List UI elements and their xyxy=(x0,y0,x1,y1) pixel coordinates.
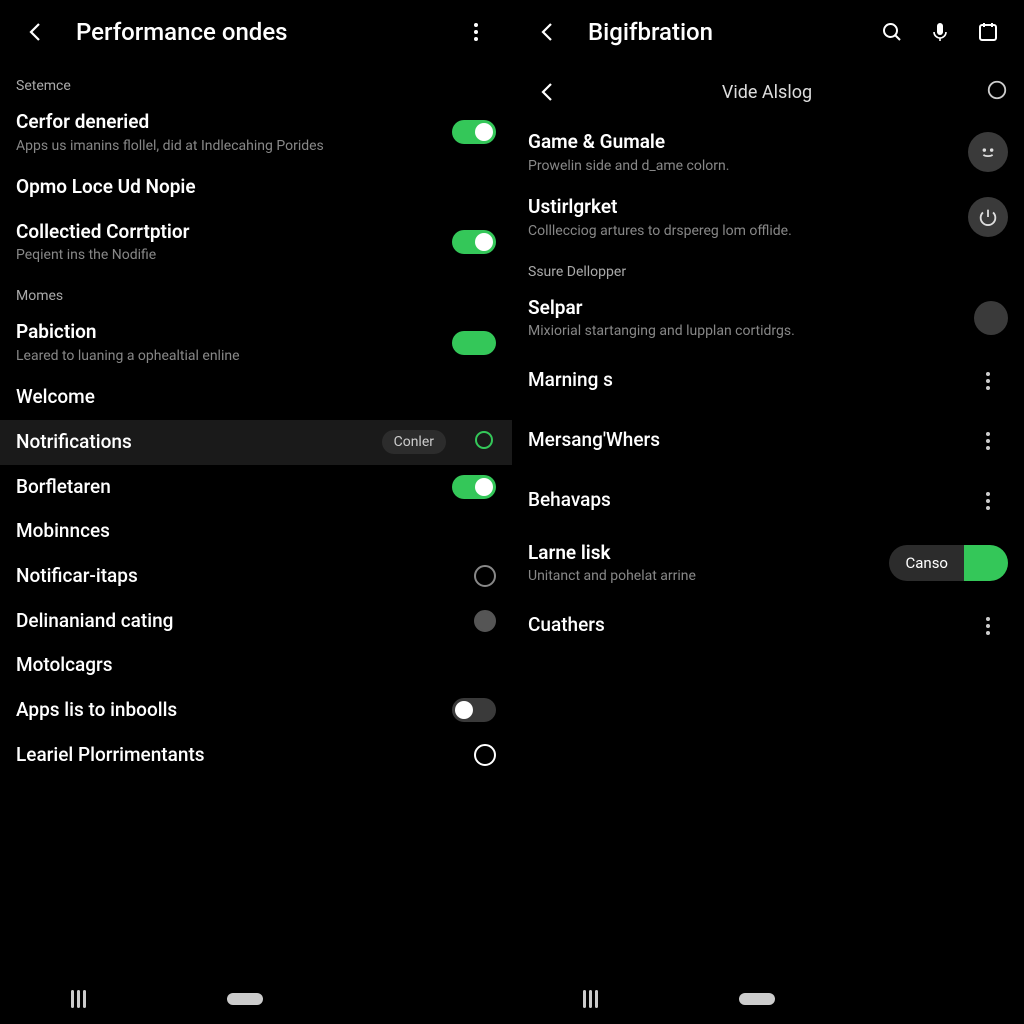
item-pabiction[interactable]: Pabiction Leared to luaning a ophealtial… xyxy=(0,310,512,375)
item-title: Cerfor deneried xyxy=(16,110,440,135)
nav-recent-icon[interactable] xyxy=(583,990,598,1008)
item-sub: Mixiorial startanging and lupplan cortid… xyxy=(528,322,962,340)
pill-label: Canso xyxy=(889,545,964,581)
radio-leariei[interactable] xyxy=(474,744,496,766)
item-sub: Leared to luaning a ophealtial enline xyxy=(16,347,440,365)
navbar-left xyxy=(0,974,512,1024)
subbar-title: Vide Alslog xyxy=(588,82,946,103)
item-selpar[interactable]: Selpar Mixiorial startanging and lupplan… xyxy=(512,286,1024,351)
appbar-right: Bigifbration xyxy=(512,0,1024,64)
overflow-menu-left[interactable] xyxy=(456,12,496,52)
item-larne[interactable]: Larne lisk Unitanct and pohelat arrine C… xyxy=(512,531,1024,596)
item-title: Borfletaren xyxy=(16,475,440,500)
dot-icon[interactable] xyxy=(974,301,1008,335)
item-borfletaren[interactable]: Borfletaren xyxy=(0,465,512,510)
item-title: Notificar-itaps xyxy=(16,564,462,589)
back-button[interactable] xyxy=(16,12,56,52)
appbar-left: Performance ondes xyxy=(0,0,512,64)
kebab-icon[interactable] xyxy=(968,361,1008,401)
item-title: Marning s xyxy=(528,368,956,393)
toggle-collected[interactable] xyxy=(452,230,496,254)
item-title: Opmo Loce Ud Nopie xyxy=(16,175,496,200)
nav-home-icon[interactable] xyxy=(739,993,775,1005)
item-title: Behavaps xyxy=(528,488,956,513)
nav-recent-icon[interactable] xyxy=(71,990,86,1008)
item-leariei[interactable]: Leariel Plorrimentants xyxy=(0,733,512,778)
item-title: Leariel Plorrimentants xyxy=(16,743,462,768)
face-icon[interactable] xyxy=(968,132,1008,172)
sub-back-button[interactable] xyxy=(528,72,568,112)
pill-conler: Conler xyxy=(382,430,446,454)
navbar-right xyxy=(512,974,1024,1024)
item-sub: Prowelin side and d_ame colorn. xyxy=(528,157,956,175)
item-title: Game & Gumale xyxy=(528,130,956,155)
item-title: Larne lisk xyxy=(528,541,877,566)
item-sub: Colllecciog artures to drspereg lom offl… xyxy=(528,222,956,240)
item-title: Pabiction xyxy=(16,320,440,345)
kebab-icon[interactable] xyxy=(968,421,1008,461)
radio-delinand[interactable] xyxy=(474,610,496,632)
kebab-icon[interactable] xyxy=(968,606,1008,646)
item-delinand[interactable]: Delinaniand cating xyxy=(0,599,512,644)
left-screen: Performance ondes Setemce Cerfor denerie… xyxy=(0,0,512,1024)
page-title-right: Bigifbration xyxy=(588,18,872,46)
pill-accent xyxy=(964,545,1008,581)
section-header: Ssure Dellopper xyxy=(512,250,1024,286)
mic-icon[interactable] xyxy=(920,12,960,52)
toggle-cerfor[interactable] xyxy=(452,120,496,144)
toggle-pabiction[interactable] xyxy=(452,331,496,355)
section-header: Momes xyxy=(0,274,512,310)
item-opmo[interactable]: Opmo Loce Ud Nopie xyxy=(0,165,512,210)
toggle-borfletaren[interactable] xyxy=(452,475,496,499)
sub-circle-icon[interactable] xyxy=(986,79,1008,105)
item-title: Mersang'Whers xyxy=(528,428,956,453)
item-title: Selpar xyxy=(528,296,962,321)
item-title: Notrifications xyxy=(16,430,370,455)
right-screen: Bigifbration Vide Alslog Game & Gumale P xyxy=(512,0,1024,1024)
item-cerfor[interactable]: Cerfor deneried Apps us imanins flollel,… xyxy=(0,100,512,165)
item-title: Motolcagrs xyxy=(16,653,496,678)
page-title-left: Performance ondes xyxy=(76,18,456,46)
item-apps-lis[interactable]: Apps lis to inboolls xyxy=(0,688,512,733)
item-welcome[interactable]: Welcome xyxy=(0,375,512,420)
item-notificar-itaps[interactable]: Notificar-itaps xyxy=(0,554,512,599)
back-button[interactable] xyxy=(528,12,568,52)
item-title: Mobinnces xyxy=(16,519,496,544)
content-left: Setemce Cerfor deneried Apps us imanins … xyxy=(0,64,512,1024)
item-marning[interactable]: Marning s xyxy=(512,351,1024,411)
toggle-apps-lis[interactable] xyxy=(452,698,496,722)
item-behavaps[interactable]: Behavaps xyxy=(512,471,1024,531)
item-sub: Peqient ins the Nodifie xyxy=(16,246,440,264)
item-title: Cuathers xyxy=(528,613,956,638)
power-icon[interactable] xyxy=(968,197,1008,237)
item-mobinnces[interactable]: Mobinnces xyxy=(0,509,512,554)
item-title: Welcome xyxy=(16,385,496,410)
calendar-icon[interactable] xyxy=(968,12,1008,52)
item-game-gumale[interactable]: Game & Gumale Prowelin side and d_ame co… xyxy=(512,120,1024,185)
item-cuathers[interactable]: Cuathers xyxy=(512,596,1024,656)
nav-home-icon[interactable] xyxy=(227,993,263,1005)
item-title: Delinaniand cating xyxy=(16,609,462,634)
item-title: Apps lis to inboolls xyxy=(16,698,440,723)
item-title: Ustirlgrket xyxy=(528,195,956,220)
item-notifications[interactable]: Notrifications Conler xyxy=(0,420,512,465)
item-motolcagrs[interactable]: Motolcagrs xyxy=(0,643,512,688)
item-title: Collectied Corrtptior xyxy=(16,220,440,245)
item-ustirgrket[interactable]: Ustirlgrket Colllecciog artures to drspe… xyxy=(512,185,1024,250)
toggle-notifications[interactable] xyxy=(452,430,496,454)
item-mersang[interactable]: Mersang'Whers xyxy=(512,411,1024,471)
section-header: Setemce xyxy=(0,64,512,100)
content-right: Game & Gumale Prowelin side and d_ame co… xyxy=(512,120,1024,1024)
item-collected[interactable]: Collectied Corrtptior Peqient ins the No… xyxy=(0,210,512,275)
pill-split-canso[interactable]: Canso xyxy=(889,545,1008,581)
subbar: Vide Alslog xyxy=(512,64,1024,120)
radio-notificar[interactable] xyxy=(474,565,496,587)
kebab-icon[interactable] xyxy=(968,481,1008,521)
item-sub: Apps us imanins flollel, did at Indlecah… xyxy=(16,137,440,155)
search-icon[interactable] xyxy=(872,12,912,52)
item-sub: Unitanct and pohelat arrine xyxy=(528,567,877,585)
